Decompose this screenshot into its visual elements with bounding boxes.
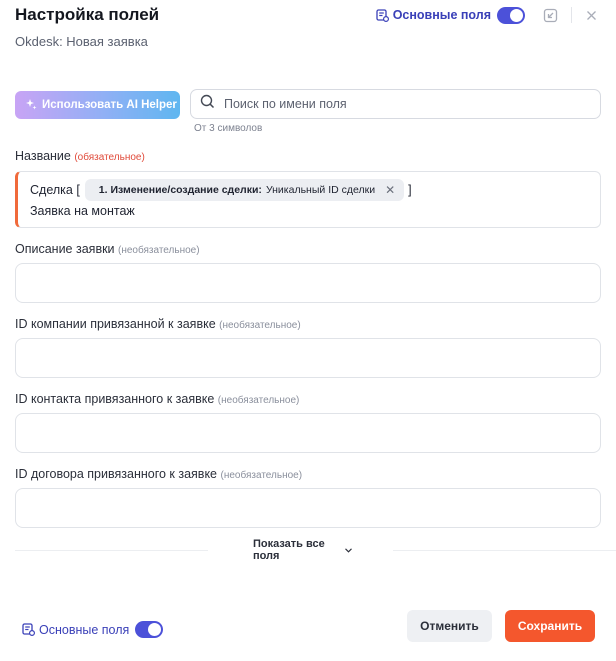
field-label-text: ID контакта привязанного к заявке [15, 392, 215, 406]
optional-marker: (необязательное) [220, 470, 303, 481]
field-label-contract-id: ID договора привязанного к заявке (необя… [15, 467, 302, 481]
list-settings-icon [376, 8, 389, 22]
page-subtitle: Okdesk: Новая заявка [15, 34, 148, 49]
contact-id-field[interactable] [15, 413, 601, 453]
optional-marker: (необязательное) [219, 320, 301, 331]
export-icon[interactable] [541, 6, 559, 24]
chevron-down-icon [344, 544, 352, 556]
chip-remove-icon[interactable]: ✕ [385, 183, 395, 197]
close-icon[interactable] [582, 6, 600, 24]
name-value-line2: Заявка на монтаж [30, 204, 135, 218]
chip-field: Уникальный ID сделки [265, 184, 376, 196]
save-button[interactable]: Сохранить [505, 610, 595, 642]
footer-fields-switch[interactable] [135, 621, 164, 638]
description-field[interactable] [15, 263, 601, 303]
main-fields-toggle-label: Основные поля [392, 8, 491, 22]
field-label-company-id: ID компании привязанной к заявке (необяз… [15, 317, 301, 331]
show-all-fields-button[interactable]: Показать все поля [247, 538, 358, 562]
list-settings-icon [22, 623, 35, 636]
ai-helper-label: Использовать AI Helper [42, 99, 177, 111]
name-value-prefix: Сделка [ [30, 183, 80, 197]
show-all-row: Показать все поля [0, 538, 616, 562]
main-fields-switch[interactable] [497, 6, 525, 24]
field-label-text: Название [15, 149, 71, 163]
name-field[interactable]: Сделка [ 1. Изменение/создание сделки: У… [15, 171, 601, 228]
name-value-suffix: ] [408, 183, 412, 197]
search-field[interactable] [190, 89, 601, 119]
field-label-name: Название (обязательное) [15, 149, 145, 163]
switch-knob [148, 623, 162, 636]
field-label-text: ID компании привязанной к заявке [15, 317, 216, 331]
search-hint: От 3 символов [194, 123, 263, 134]
field-label-text: ID договора привязанного к заявке [15, 467, 218, 481]
variable-chip[interactable]: 1. Изменение/создание сделки: Уникальный… [84, 179, 405, 201]
footer-fields-toggle[interactable]: Основные поля [22, 621, 164, 638]
show-all-label: Показать все поля [252, 538, 325, 562]
optional-marker: (необязательное) [217, 395, 300, 406]
search-icon [200, 94, 215, 114]
company-id-field[interactable] [15, 338, 601, 378]
header-divider [571, 7, 572, 23]
divider-left [15, 549, 208, 551]
sparkle-icon [25, 98, 37, 113]
field-label-description: Описание заявки (необязательное) [15, 242, 200, 256]
search-input[interactable] [224, 97, 584, 111]
field-label-contact-id: ID контакта привязанного к заявке (необя… [15, 392, 299, 406]
page-title: Настройка полей [15, 5, 160, 24]
contract-id-field[interactable] [15, 488, 601, 528]
cancel-button[interactable]: Отменить [407, 610, 492, 642]
footer-fields-toggle-label: Основные поля [39, 622, 130, 637]
field-label-text: Описание заявки [15, 242, 115, 256]
divider-right [393, 549, 616, 551]
optional-marker: (необязательное) [118, 245, 200, 256]
main-fields-toggle[interactable]: Основные поля [376, 8, 491, 22]
footer-fields-toggle-label-group: Основные поля [22, 623, 129, 637]
chip-step: 1. Изменение/создание сделки: [98, 184, 262, 196]
switch-knob [510, 8, 523, 22]
header-controls: Основные поля [376, 5, 600, 25]
ai-helper-button[interactable]: Использовать AI Helper [15, 91, 180, 119]
required-marker: (обязательное) [74, 152, 145, 163]
